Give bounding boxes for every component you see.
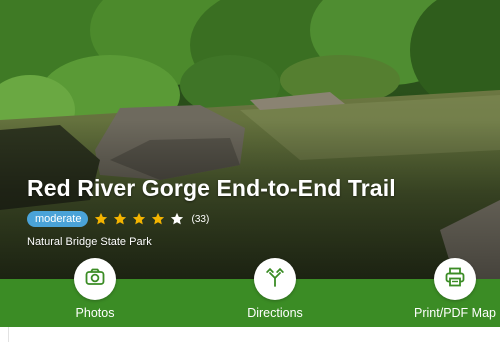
trail-page: Red River Gorge End-to-End Trail moderat…	[0, 0, 500, 342]
star-filled-icon	[114, 212, 127, 225]
directions-icon-circle[interactable]	[254, 258, 296, 300]
trail-meta: moderate (33)	[27, 210, 209, 228]
star-empty-icon	[171, 212, 184, 225]
star-filled-icon	[133, 212, 146, 225]
printer-icon	[445, 267, 465, 292]
print-icon-circle[interactable]	[434, 258, 476, 300]
photos-button[interactable]: Photos	[35, 258, 155, 327]
star-filled-icon	[95, 212, 108, 225]
camera-icon	[85, 268, 105, 291]
rating-stars[interactable]	[94, 212, 189, 226]
action-bar: Photos Directions Print/PDF Map	[0, 258, 500, 327]
print-map-label[interactable]: Print/PDF Map	[395, 306, 500, 320]
star-filled-icon	[152, 212, 165, 225]
directions-icon	[266, 267, 284, 292]
directions-label[interactable]: Directions	[215, 306, 335, 320]
divider	[8, 327, 9, 342]
park-name[interactable]: Natural Bridge State Park	[27, 236, 152, 248]
hero-photo[interactable]: Red River Gorge End-to-End Trail moderat…	[0, 0, 500, 279]
photos-label[interactable]: Photos	[35, 306, 155, 320]
trail-title: Red River Gorge End-to-End Trail	[27, 175, 396, 201]
photos-icon-circle[interactable]	[74, 258, 116, 300]
difficulty-badge[interactable]: moderate	[27, 211, 89, 227]
print-map-button[interactable]: Print/PDF Map	[395, 258, 500, 327]
directions-button[interactable]: Directions	[215, 258, 335, 327]
content-area	[0, 327, 500, 342]
review-count[interactable]: (33)	[191, 214, 209, 225]
